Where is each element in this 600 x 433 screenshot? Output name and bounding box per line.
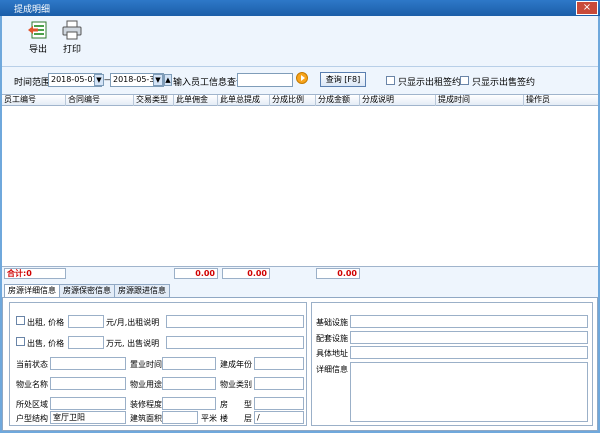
property-type-label: 物业类别 (220, 380, 252, 389)
supporting-label: 配套设施 (316, 334, 348, 343)
build-year-label: 建成年份 (220, 360, 252, 369)
decoration-input[interactable] (162, 397, 216, 410)
address-input[interactable] (350, 346, 588, 359)
property-extra-box: 基础设施 配套设施 具体地址 详细信息 (311, 302, 593, 426)
col-split-amount[interactable]: 分成金额 (316, 95, 360, 106)
area-label: 建筑面积 (130, 414, 162, 423)
house-type-input[interactable] (254, 397, 304, 410)
window: 提成明细 × 导出 打印 时间范围 2018-05-01 ▼ — 2018-05… (0, 0, 600, 433)
sale-only-checkbox[interactable] (460, 76, 469, 85)
detail-panel: 出租, 价格 元/月,出租说明 出售, 价格 万元, 出售说明 当前状态 置业时… (2, 297, 598, 431)
sale-only-label: 只显示出售签约 (472, 78, 536, 88)
details-textarea[interactable] (350, 362, 588, 422)
export-button[interactable]: 导出 (20, 20, 56, 60)
grid-header: 员工编号 合同编号 交易类型 此单佣金 此单总提成 分成比例 分成金额 分成说明… (2, 95, 598, 106)
close-button[interactable]: × (576, 1, 598, 15)
property-type-input[interactable] (254, 377, 304, 390)
district-label: 所处区域 (16, 400, 48, 409)
col-contract-id[interactable]: 合同编号 (66, 95, 134, 106)
floor-label: 楼 层 (220, 414, 252, 423)
house-type-label: 房 型 (220, 400, 252, 409)
toolbar-divider (2, 66, 598, 67)
total-commission-sum: 0.00 (174, 268, 218, 279)
build-year-input[interactable] (254, 357, 304, 370)
listed-time-input[interactable] (162, 357, 216, 370)
export-label: 导出 (28, 45, 47, 55)
area-unit-label: 平米 (201, 414, 217, 423)
status-input[interactable] (50, 357, 126, 370)
rent-label: 出租, 价格 (27, 318, 65, 327)
employee-search-label: 输入员工信息查询 (173, 78, 246, 88)
col-commission-time[interactable]: 提成时间 (436, 95, 524, 106)
decoration-label: 装修程度 (130, 400, 162, 409)
date-to-dropdown[interactable]: ▼ (153, 74, 163, 86)
detail-tabs: 房源详细信息 房源保密信息 房源跟进信息 (2, 284, 598, 298)
listed-time-label: 置业时间 (130, 360, 162, 369)
facilities-label: 基础设施 (316, 318, 348, 327)
rent-note-input[interactable] (166, 315, 304, 328)
col-split-note[interactable]: 分成说明 (360, 95, 436, 106)
summary-bar: 合计:0 0.00 0.00 0.00 (2, 266, 598, 280)
sale-price-input[interactable] (68, 336, 104, 349)
col-split-ratio[interactable]: 分成比例 (270, 95, 316, 106)
date-spin-button[interactable]: ▲ (164, 74, 172, 86)
col-commission[interactable]: 此单佣金 (174, 95, 218, 106)
export-icon (28, 21, 47, 39)
supporting-input[interactable] (350, 331, 588, 344)
rent-unit-label: 元/月,出租说明 (106, 318, 160, 327)
property-info-box: 出租, 价格 元/月,出租说明 出售, 价格 万元, 出售说明 当前状态 置业时… (9, 302, 307, 426)
floor-input[interactable]: / (254, 411, 304, 424)
tab-property-confidential[interactable]: 房源保密信息 (59, 284, 115, 297)
split-amount-sum: 0.00 (316, 268, 360, 279)
commission-grid[interactable]: 员工编号 合同编号 交易类型 此单佣金 此单总提成 分成比例 分成金额 分成说明… (2, 94, 598, 266)
col-trade-type[interactable]: 交易类型 (134, 95, 174, 106)
sale-unit-label: 万元, 出售说明 (106, 339, 160, 348)
print-button[interactable]: 打印 (54, 20, 90, 60)
go-arrow-icon[interactable] (296, 72, 308, 84)
layout-label: 户型结构 (16, 414, 48, 423)
area-input[interactable] (162, 411, 198, 424)
client-area: 导出 打印 时间范围 2018-05-01 ▼ — 2018-05-31 ▼ ▲… (2, 16, 598, 431)
layout-input[interactable]: 室厅卫阳 (50, 411, 126, 424)
status-label: 当前状态 (16, 360, 48, 369)
window-title: 提成明细 (14, 5, 51, 15)
property-use-label: 物业用途 (130, 380, 162, 389)
sale-checkbox[interactable] (16, 337, 25, 346)
address-label: 具体地址 (316, 349, 348, 358)
total-bonus-sum: 0.00 (222, 268, 270, 279)
district-input[interactable] (50, 397, 126, 410)
rent-checkbox[interactable] (16, 316, 25, 325)
tab-property-details[interactable]: 房源详细信息 (4, 284, 60, 297)
details-label: 详细信息 (316, 365, 348, 374)
col-operator[interactable]: 操作员 (524, 95, 598, 106)
print-label: 打印 (62, 45, 81, 55)
sale-note-input[interactable] (166, 336, 304, 349)
date-from-dropdown[interactable]: ▼ (94, 74, 104, 86)
title-bar[interactable]: 提成明细 × (0, 0, 600, 16)
sale-label: 出售, 价格 (27, 339, 65, 348)
rent-only-checkbox[interactable] (386, 76, 395, 85)
query-button[interactable]: 查询 [F8] (320, 72, 366, 87)
time-range-label: 时间范围 (14, 78, 51, 88)
property-name-input[interactable] (50, 377, 126, 390)
facilities-input[interactable] (350, 315, 588, 328)
total-count: 合计:0 (4, 268, 66, 279)
col-employee-id[interactable]: 员工编号 (2, 95, 66, 106)
employee-search-input[interactable] (237, 73, 293, 87)
rent-price-input[interactable] (68, 315, 104, 328)
property-use-input[interactable] (162, 377, 216, 390)
printer-icon (62, 20, 82, 40)
rent-only-label: 只显示出租签约 (398, 78, 462, 88)
property-name-label: 物业名称 (16, 380, 48, 389)
tab-property-followup[interactable]: 房源跟进信息 (114, 284, 170, 297)
col-total-commission[interactable]: 此单总提成 (218, 95, 270, 106)
